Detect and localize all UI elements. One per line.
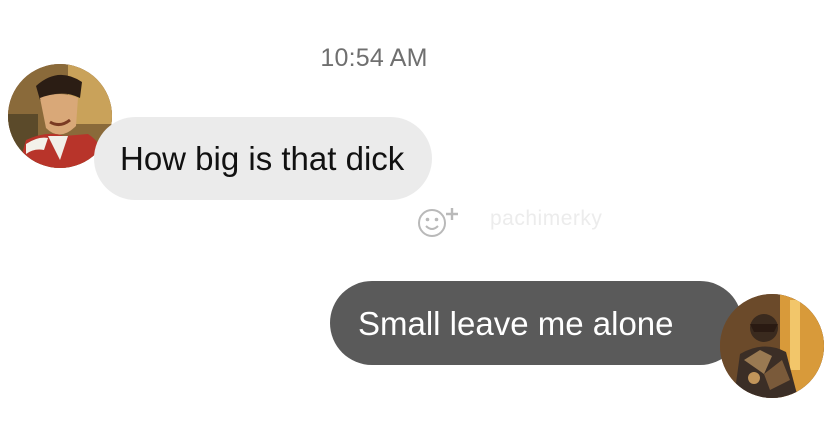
chat-screen: 10:54 AM How big is that dick pachimerky… <box>0 0 828 421</box>
own-avatar-image <box>720 294 824 398</box>
outgoing-message-text: Small leave me alone <box>358 304 674 342</box>
watermark-text: pachimerky <box>490 207 603 230</box>
outgoing-message-bubble[interactable]: Small leave me alone <box>330 281 742 365</box>
message-timestamp: 10:54 AM <box>320 44 428 72</box>
own-avatar[interactable] <box>720 294 824 398</box>
add-reaction-icon <box>418 208 458 237</box>
incoming-message-text: How big is that dick <box>120 140 405 177</box>
add-reaction-button[interactable] <box>410 196 468 244</box>
incoming-message-bubble[interactable]: How big is that dick <box>94 117 433 200</box>
